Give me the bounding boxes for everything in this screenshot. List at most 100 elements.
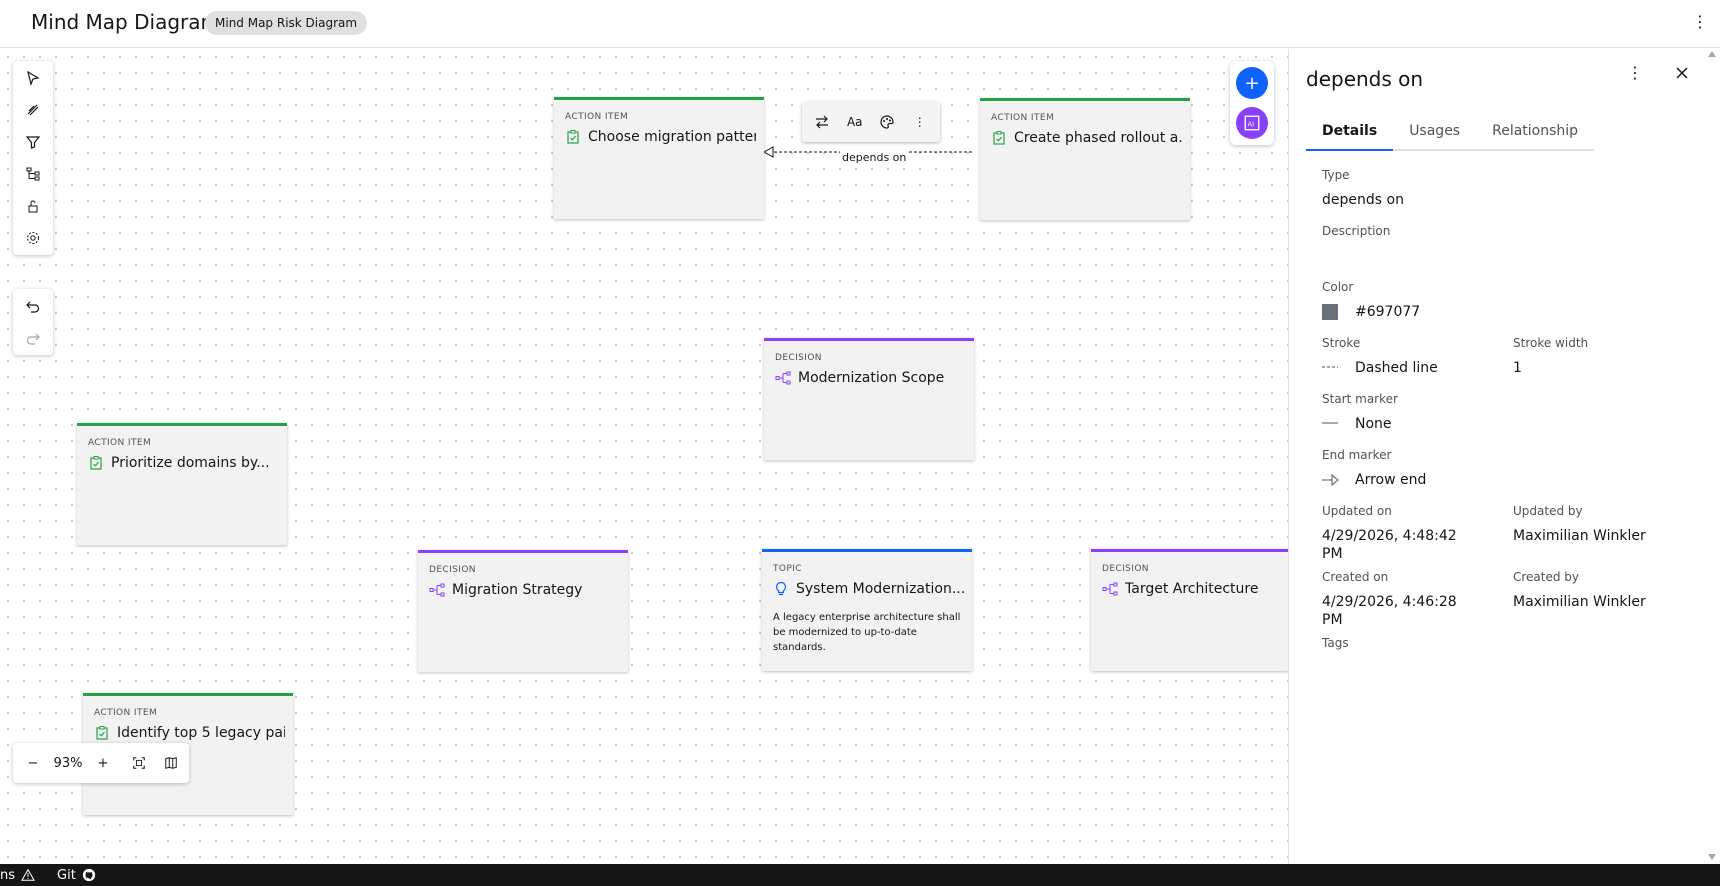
color-value: #697077 (1355, 304, 1421, 320)
color-palette-icon[interactable] (873, 108, 901, 136)
overflow-menu-vertical-icon[interactable]: ⋮ (1692, 12, 1708, 32)
card-topic[interactable]: TOPIC System Modernization... A legacy e… (762, 549, 972, 671)
card-action-item[interactable]: ACTION ITEM Choose migration patter... (554, 97, 764, 219)
github-icon[interactable] (82, 868, 96, 882)
tab-usages[interactable]: Usages (1393, 113, 1477, 151)
arrow-end-icon (1322, 473, 1339, 487)
warning-icon[interactable] (21, 868, 36, 882)
scroll-down-icon[interactable] (1708, 854, 1716, 860)
tab-details[interactable]: Details (1306, 113, 1394, 151)
card-action-item[interactable]: ACTION ITEM Create phased rollout a... (980, 98, 1190, 220)
zoom-level: 93% (53, 755, 83, 771)
minimap-icon[interactable] (155, 743, 187, 783)
ai-label: AI (1248, 120, 1255, 128)
history-controls (13, 289, 53, 355)
overflow-menu-vertical-icon[interactable]: ⋮ (906, 108, 934, 136)
end-marker-value[interactable]: Arrow end (1355, 471, 1426, 489)
updated-by-value: Maximilian Winkler (1513, 528, 1646, 544)
tool-palette (13, 61, 53, 255)
top-bar: Mind Map Diagram Mind Map Risk Diagram ⋮ (0, 0, 1720, 48)
card-decision[interactable]: DECISION Migration Strategy (418, 550, 628, 672)
draw-connector-icon[interactable] (13, 94, 53, 126)
select-pointer-icon[interactable] (13, 62, 53, 94)
decision-tree-icon (429, 583, 445, 597)
scroll-up-icon[interactable] (1708, 51, 1716, 57)
stroke-width-value[interactable]: 1 (1513, 359, 1522, 377)
status-text[interactable]: ns (0, 868, 15, 883)
tab-relationship[interactable]: Relationship (1476, 113, 1595, 151)
card-decision[interactable]: DECISION Target Architecture (1091, 549, 1288, 671)
card-title-row: Prioritize domains by... (88, 453, 279, 473)
properties-panel: depends on ⋮ Details Usages Relationship… (1288, 49, 1704, 864)
decision-tree-icon (1102, 582, 1118, 596)
created-on-value: 4/29/2026, 4:46:28 PM (1322, 594, 1457, 628)
task-clipboard-icon (567, 130, 579, 144)
card-type-label: ACTION ITEM (565, 112, 629, 122)
card-title-row: Identify top 5 legacy pai... (94, 723, 285, 743)
filter-icon[interactable] (13, 126, 53, 158)
zoom-in-button[interactable]: + (83, 743, 123, 783)
color-label: Color (1322, 280, 1354, 294)
created-on-label: Created on (1322, 570, 1389, 584)
color-swatch[interactable] (1322, 304, 1338, 320)
description-label: Description (1322, 224, 1391, 238)
card-type-label: ACTION ITEM (991, 113, 1055, 123)
git-label[interactable]: Git (57, 868, 76, 883)
overflow-menu-vertical-icon[interactable]: ⋮ (1625, 63, 1645, 83)
redo-icon[interactable] (13, 322, 53, 354)
card-type-label: ACTION ITEM (94, 708, 158, 718)
card-title: Migration Strategy (452, 582, 583, 598)
panel-scrollbar[interactable] (1704, 49, 1720, 864)
card-title-row: Migration Strategy (429, 580, 620, 600)
card-title: Choose migration patter... (588, 129, 756, 145)
undo-icon[interactable] (13, 290, 53, 322)
settings-icon[interactable] (13, 222, 53, 254)
start-marker-value[interactable]: None (1355, 415, 1392, 433)
card-type-label: DECISION (429, 565, 476, 575)
card-title: System Modernization... (796, 581, 964, 597)
diagram-type-badge: Mind Map Risk Diagram (205, 11, 368, 35)
zoom-controls: − 93% + (13, 743, 189, 783)
lightbulb-icon (775, 581, 787, 596)
stroke-value[interactable]: Dashed line (1355, 359, 1438, 377)
card-type-label: TOPIC (773, 564, 802, 574)
card-title-row: Create phased rollout a... (991, 128, 1182, 148)
line-none-icon (1322, 422, 1338, 424)
task-clipboard-icon (96, 726, 108, 740)
task-clipboard-icon (993, 131, 1005, 145)
card-title-row: System Modernization... (773, 579, 964, 599)
type-value: depends on (1322, 192, 1404, 208)
ai-assistant-button[interactable]: AI (1236, 107, 1268, 139)
tags-label: Tags (1322, 636, 1349, 650)
card-decision[interactable]: DECISION Modernization Scope (764, 338, 974, 460)
created-by-label: Created by (1513, 570, 1580, 584)
card-title-row: Target Architecture (1102, 579, 1281, 599)
card-title-row: Modernization Scope (775, 368, 966, 388)
unlock-icon[interactable] (13, 190, 53, 222)
hierarchy-layout-icon[interactable] (13, 158, 53, 190)
card-title: Modernization Scope (798, 370, 945, 386)
end-marker-label: End marker (1322, 448, 1392, 462)
close-icon[interactable] (1672, 63, 1692, 83)
card-title: Create phased rollout a... (1014, 130, 1182, 146)
card-title: Target Architecture (1125, 581, 1259, 597)
text-style-button[interactable]: Aa (841, 108, 869, 136)
updated-by-label: Updated by (1513, 504, 1583, 518)
stroke-width-label: Stroke width (1513, 336, 1589, 350)
card-type-label: ACTION ITEM (88, 438, 152, 448)
card-title-row: Choose migration patter... (565, 127, 756, 147)
swap-direction-icon[interactable] (808, 108, 836, 136)
fit-to-screen-icon[interactable] (123, 743, 155, 783)
diagram-canvas[interactable]: depends on ACTION ITEM Choose migration … (0, 49, 1288, 864)
updated-on-label: Updated on (1322, 504, 1392, 518)
status-bar: ns Git (0, 864, 1720, 886)
quick-actions: + AI (1230, 61, 1274, 145)
zoom-out-button[interactable]: − (13, 743, 53, 783)
dashed-line-icon (1322, 366, 1338, 368)
updated-on-value: 4/29/2026, 4:48:42 PM (1322, 528, 1457, 562)
edge-context-toolbar: Aa ⋮ (802, 102, 940, 142)
card-action-item[interactable]: ACTION ITEM Prioritize domains by... (77, 423, 287, 545)
add-icon[interactable]: + (1236, 67, 1268, 99)
card-title: Prioritize domains by... (111, 455, 270, 471)
edge-label[interactable]: depends on (840, 151, 909, 164)
